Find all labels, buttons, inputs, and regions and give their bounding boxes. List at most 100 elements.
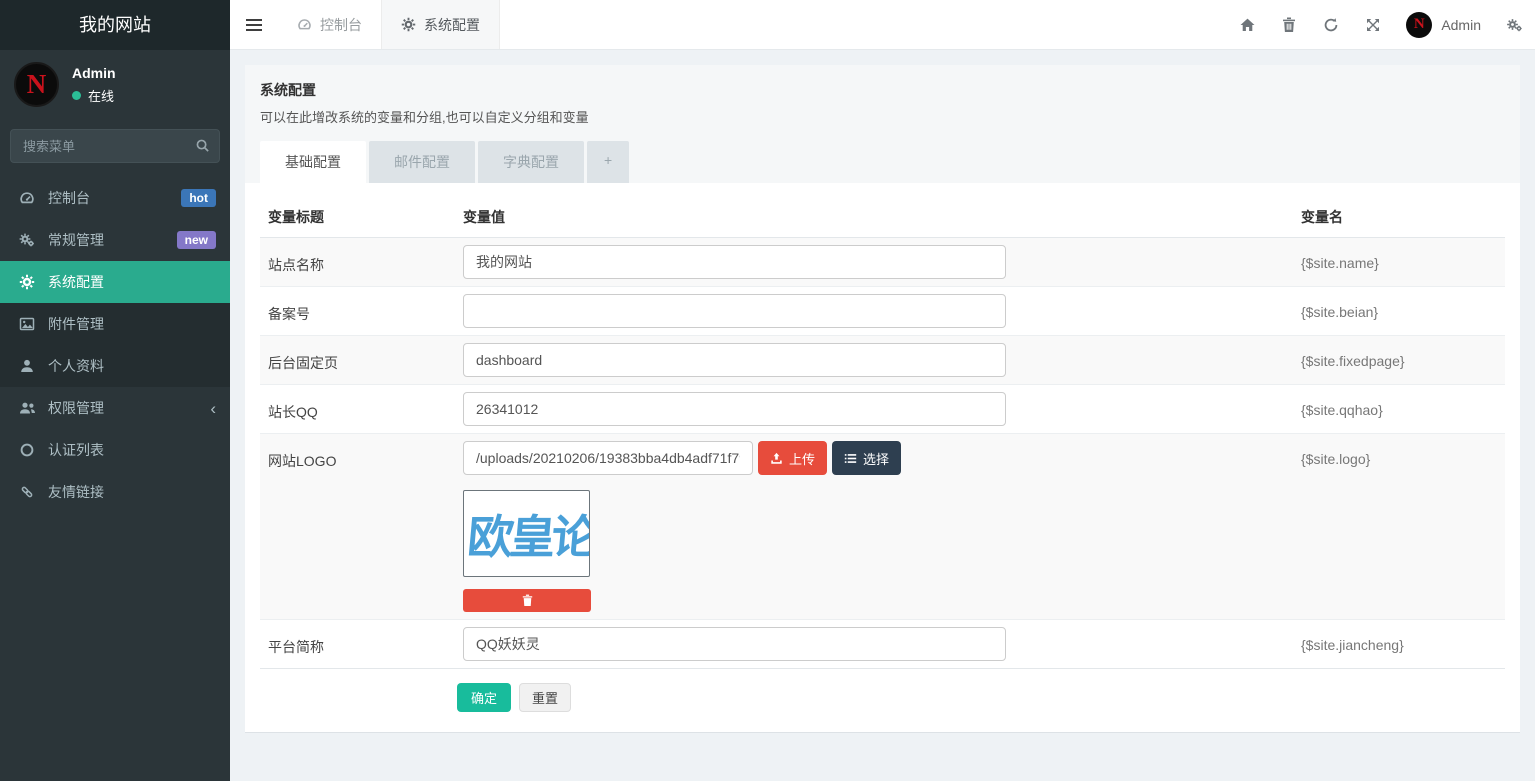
- sidebar-item-attachments[interactable]: 附件管理: [0, 303, 230, 345]
- variable-name: {$site.beian}: [1293, 287, 1505, 336]
- sidebar-item-profile[interactable]: 个人资料: [0, 345, 230, 387]
- sidebar-item-system-config[interactable]: 系统配置: [0, 261, 230, 303]
- column-header: 变量名: [1293, 198, 1505, 238]
- online-dot: [72, 91, 81, 100]
- tab-mail-config[interactable]: 邮件配置: [369, 141, 475, 183]
- sidebar-item-label: 系统配置: [48, 272, 104, 292]
- app-title: 我的网站: [0, 0, 230, 50]
- cogs-icon: [17, 232, 37, 248]
- hot-badge: hot: [181, 189, 216, 207]
- submit-button[interactable]: 确定: [457, 683, 511, 712]
- nav-tab-system-config[interactable]: 系统配置: [381, 0, 500, 49]
- tab-dictionary-config[interactable]: 字典配置: [478, 141, 584, 183]
- variable-name: {$site.fixedpage}: [1293, 336, 1505, 385]
- user-name: Admin: [1441, 17, 1481, 33]
- gear-icon: [17, 274, 37, 290]
- delete-logo-button[interactable]: [463, 589, 591, 612]
- avatar: N: [14, 62, 59, 107]
- sidebar-item-label: 附件管理: [48, 314, 104, 334]
- sidebar-item-general[interactable]: 常规管理 new: [0, 219, 230, 261]
- image-icon: [17, 316, 37, 332]
- choose-label: 选择: [863, 449, 889, 468]
- tab-basic-config[interactable]: 基础配置: [260, 141, 366, 183]
- refresh-icon: [1323, 17, 1339, 33]
- panel-body: 变量标题 变量值 变量名 站点名称 {$site.name}: [245, 183, 1520, 732]
- chevron-left-icon: ‹: [210, 400, 216, 417]
- column-header: 变量值: [455, 198, 1293, 238]
- site-name-input[interactable]: [463, 245, 1006, 279]
- settings-button[interactable]: [1493, 0, 1535, 50]
- sidebar-item-label: 认证列表: [48, 440, 104, 460]
- sidebar-item-label: 常规管理: [48, 230, 104, 250]
- table-row: 平台简称 {$site.jiancheng}: [260, 620, 1505, 669]
- cogs-icon: [1506, 17, 1523, 33]
- sidebar-item-cert-list[interactable]: 认证列表: [0, 429, 230, 471]
- qq-input[interactable]: [463, 392, 1006, 426]
- list-icon: [844, 452, 857, 465]
- dashboard-icon: [17, 190, 37, 206]
- clear-cache-button[interactable]: [1268, 0, 1310, 50]
- sidebar-item-label: 权限管理: [48, 398, 104, 418]
- fullscreen-icon: [1365, 17, 1381, 33]
- users-icon: [17, 400, 37, 416]
- column-header: 变量标题: [260, 198, 455, 238]
- navbar-right: N Admin: [1226, 0, 1535, 49]
- field-label: 站点名称: [260, 238, 455, 287]
- upload-icon: [770, 452, 783, 465]
- upload-label: 上传: [789, 449, 815, 468]
- upload-button[interactable]: 上传: [758, 441, 827, 475]
- form-footer: 确定 重置: [260, 668, 1505, 732]
- search-input[interactable]: [10, 129, 220, 163]
- avatar: N: [1406, 12, 1432, 38]
- tab-add-button[interactable]: +: [587, 141, 629, 183]
- trash-icon: [522, 594, 533, 607]
- top-navbar: 控制台 系统配置: [230, 0, 1535, 50]
- circle-icon: [17, 442, 37, 458]
- hamburger-icon: [246, 18, 262, 32]
- refresh-button[interactable]: [1310, 0, 1352, 50]
- fixedpage-input[interactable]: [463, 343, 1006, 377]
- variable-name: {$site.logo}: [1293, 434, 1505, 620]
- sidebar-menu: 控制台 hot 常规管理 new 系统配置 附件管理: [0, 177, 230, 513]
- home-button[interactable]: [1226, 0, 1268, 50]
- menu-search: [10, 129, 220, 163]
- variable-name: {$site.jiancheng}: [1293, 620, 1505, 669]
- user-menu[interactable]: N Admin: [1394, 12, 1493, 38]
- main-area: 控制台 系统配置: [230, 0, 1535, 781]
- sidebar: 我的网站 N Admin 在线 控制台 hot: [0, 0, 230, 781]
- platform-shortname-input[interactable]: [463, 627, 1006, 661]
- logo-preview-text: 欧皇论: [463, 501, 590, 567]
- sidebar-item-auth[interactable]: 权限管理 ‹: [0, 387, 230, 429]
- nav-tab-label: 控制台: [320, 15, 362, 35]
- user-panel: N Admin 在线: [0, 50, 230, 117]
- field-label: 平台简称: [260, 620, 455, 669]
- sidebar-item-dashboard[interactable]: 控制台 hot: [0, 177, 230, 219]
- panel-heading: 系统配置 可以在此增改系统的变量和分组,也可以自定义分组和变量 基础配置 邮件配…: [245, 65, 1520, 183]
- logo-preview: 欧皇论: [463, 490, 590, 577]
- nav-tab-label: 系统配置: [424, 15, 480, 35]
- config-table: 变量标题 变量值 变量名 站点名称 {$site.name}: [260, 198, 1505, 668]
- variable-name: {$site.name}: [1293, 238, 1505, 287]
- config-panel: 系统配置 可以在此增改系统的变量和分组,也可以自定义分组和变量 基础配置 邮件配…: [245, 65, 1520, 733]
- beian-input[interactable]: [463, 294, 1006, 328]
- reset-button[interactable]: 重置: [519, 683, 571, 712]
- fullscreen-button[interactable]: [1352, 0, 1394, 50]
- page-title: 系统配置: [260, 80, 1505, 100]
- link-icon: [17, 484, 37, 500]
- page-subtitle: 可以在此增改系统的变量和分组,也可以自定义分组和变量: [260, 107, 1505, 126]
- choose-button[interactable]: 选择: [832, 441, 901, 475]
- field-label: 站长QQ: [260, 385, 455, 434]
- user-status: 在线: [88, 86, 114, 105]
- nav-tab-dashboard[interactable]: 控制台: [278, 0, 381, 49]
- gear-icon: [401, 17, 416, 32]
- logo-path-input[interactable]: [463, 441, 753, 475]
- user-name: Admin: [72, 65, 116, 81]
- sidebar-toggle-button[interactable]: [230, 0, 278, 49]
- variable-name: {$site.qqhao}: [1293, 385, 1505, 434]
- table-row: 后台固定页 {$site.fixedpage}: [260, 336, 1505, 385]
- sidebar-item-links[interactable]: 友情链接: [0, 471, 230, 513]
- field-label: 备案号: [260, 287, 455, 336]
- table-row: 网站LOGO 上传: [260, 434, 1505, 620]
- sidebar-item-label: 个人资料: [48, 356, 104, 376]
- field-label: 后台固定页: [260, 336, 455, 385]
